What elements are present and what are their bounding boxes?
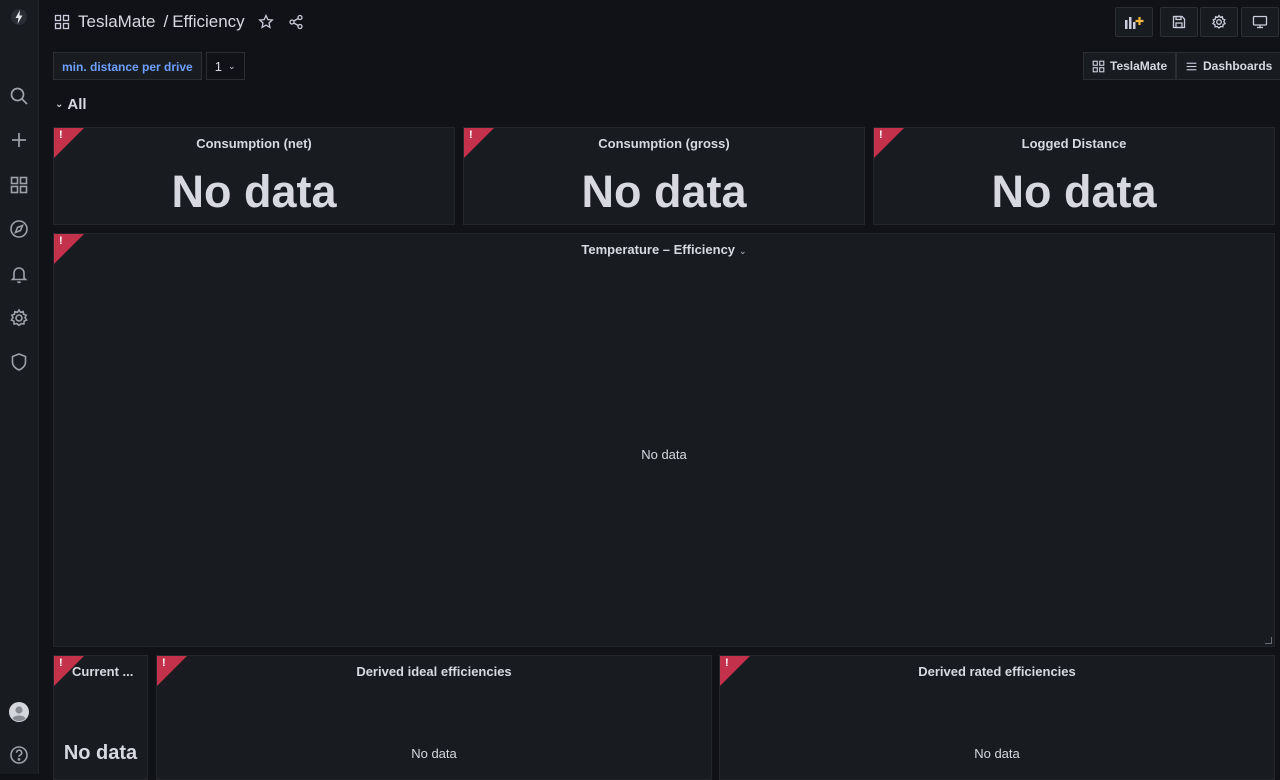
shield-icon[interactable] [4,347,34,377]
panel-consumption-net[interactable]: ! Consumption (net) No data [53,127,455,225]
dashboard-settings-button[interactable] [1200,7,1238,37]
avatar[interactable] [4,697,34,727]
save-icon [1172,15,1186,29]
share-icon[interactable] [285,11,307,33]
panel-title: Temperature – Efficiency [581,242,736,257]
star-icon[interactable] [255,11,277,33]
bars-icon [1186,62,1197,70]
panel-title[interactable]: Derived ideal efficiencies [157,664,711,679]
panel-no-data: No data [411,746,457,761]
save-dashboard-button[interactable] [1160,7,1198,37]
panel-consumption-gross[interactable]: ! Consumption (gross) No data [463,127,865,225]
gear-icon[interactable] [4,303,34,333]
resize-handle[interactable] [1265,637,1272,644]
monitor-icon [1252,15,1268,29]
row-title: All [67,96,87,113]
teslamate-link-button[interactable]: TeslaMate [1083,52,1177,80]
dashboards-icon[interactable] [4,170,34,200]
plus-icon[interactable] [4,125,34,155]
panel-temperature-efficiency[interactable]: ! Temperature – Efficiency ⌄ No data [53,233,1275,647]
grafana-logo-icon[interactable] [4,2,34,32]
panel-no-data: No data [991,166,1157,217]
panel-no-data: No data [581,166,747,217]
panel-no-data: No data [63,742,138,764]
panel-title[interactable]: Consumption (net) [54,136,454,151]
panel-no-data: No data [641,447,687,462]
panel-derived-rated-efficiencies[interactable]: ! Derived rated efficiencies No data [719,655,1275,780]
row-header-all[interactable]: ⌄ All [55,96,87,113]
breadcrumb-folder[interactable]: TeslaMate [78,12,155,32]
panel-derived-ideal-efficiencies[interactable]: ! Derived ideal efficiencies No data [156,655,712,780]
chevron-down-icon: ⌄ [55,99,64,110]
search-icon[interactable] [4,81,34,111]
bell-icon[interactable] [4,259,34,289]
chevron-down-icon: ⌄ [739,246,747,256]
panel-logged-distance[interactable]: ! Logged Distance No data [873,127,1275,225]
variable-select[interactable]: 1 ⌄ [205,52,245,80]
top-navbar: TeslaMate / Efficiency [38,0,1280,44]
panel-current[interactable]: ! Current ... No data [53,655,148,780]
panel-title[interactable]: Current ... [72,664,147,679]
chevron-down-icon: ⌄ [227,60,236,71]
breadcrumb: TeslaMate / Efficiency [54,9,307,35]
variable-value: 1 [214,58,222,74]
variable-label: min. distance per drive [53,52,202,80]
panel-title[interactable]: Derived rated efficiencies [720,664,1274,679]
panel-no-data: No data [171,166,337,217]
panel-title[interactable]: Consumption (gross) [464,136,864,151]
dashboards-link-button[interactable]: Dashboards [1176,52,1280,80]
add-panel-icon [1125,17,1144,29]
error-mark: ! [59,657,63,669]
page-title[interactable]: Efficiency [172,12,244,32]
breadcrumb-separator: / [163,12,169,31]
compass-icon[interactable] [4,214,34,244]
settings-gear-icon [1211,14,1227,29]
help-icon[interactable] [4,740,34,770]
panel-title-menu[interactable]: Temperature – Efficiency ⌄ [54,242,1274,257]
tv-mode-button[interactable] [1241,7,1279,37]
panel-no-data: No data [974,746,1020,761]
teslamate-link-label: TeslaMate [1110,59,1168,73]
variables-bar: min. distance per drive 1 ⌄ [53,52,245,80]
dashboard-grid-icon [54,14,70,30]
dashboards-link-label: Dashboards [1203,59,1273,73]
add-panel-button[interactable] [1115,7,1153,37]
dashboard-grid-icon [1092,60,1105,72]
panel-title[interactable]: Logged Distance [874,136,1274,151]
sidebar [0,0,39,774]
